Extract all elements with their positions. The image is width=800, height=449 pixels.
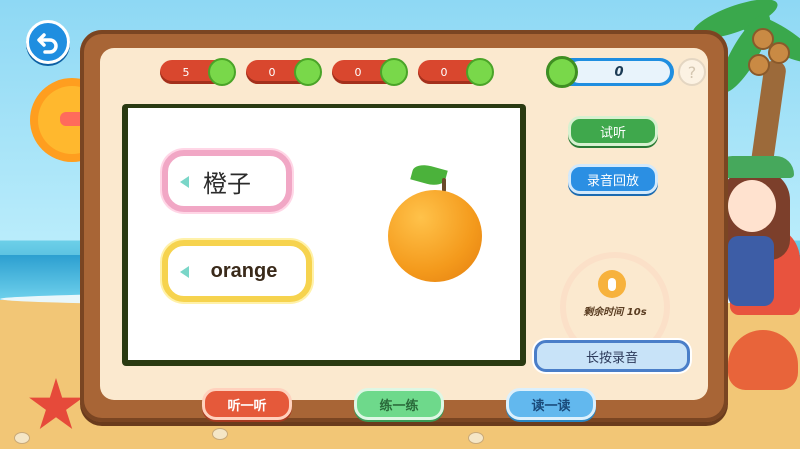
back-arrow-icon xyxy=(37,33,58,54)
chinese-word-text: 橙子 xyxy=(203,169,251,198)
progress-display: 0 xyxy=(568,61,670,83)
read-tab-button[interactable]: 读一读 xyxy=(506,388,596,420)
score-counter: 5 xyxy=(160,58,236,86)
girl-face xyxy=(728,180,776,232)
help-button[interactable]: ? xyxy=(678,58,706,86)
score-value: 0 xyxy=(440,65,448,79)
try-listen-button[interactable]: 试听 xyxy=(568,116,658,146)
coconut xyxy=(748,54,770,76)
shell-decoration xyxy=(212,428,228,440)
english-word-button[interactable]: orange xyxy=(162,240,312,302)
back-button[interactable] xyxy=(26,20,70,64)
speaker-icon xyxy=(180,266,189,278)
progress-knob-icon xyxy=(546,56,578,88)
girl-character xyxy=(714,150,800,330)
score-counter: 0 xyxy=(332,58,408,86)
help-icon: ? xyxy=(687,62,697,82)
score-counter: 0 xyxy=(418,58,494,86)
score-knob-icon xyxy=(466,58,494,86)
progress-value: 0 xyxy=(614,64,624,80)
practice-tab-button[interactable]: 练一练 xyxy=(354,388,444,420)
score-value: 0 xyxy=(268,65,276,79)
recording-playback-button[interactable]: 录音回放 xyxy=(568,164,658,194)
score-value: 5 xyxy=(182,65,190,79)
score-value: 0 xyxy=(354,65,362,79)
shell-decoration xyxy=(14,432,30,444)
remaining-time-label: 剩余时间 10s xyxy=(583,307,647,318)
score-knob-icon xyxy=(208,58,236,86)
orange-fruit-image xyxy=(388,190,482,282)
chinese-word-button[interactable]: 橙子 xyxy=(162,150,292,212)
microphone-body xyxy=(608,277,616,291)
score-knob-icon xyxy=(380,58,408,86)
shell-decoration xyxy=(468,432,484,444)
score-knob-icon xyxy=(294,58,322,86)
english-word-text: orange xyxy=(210,259,278,282)
listen-tab-button[interactable]: 听一听 xyxy=(202,388,292,420)
hold-to-record-button[interactable]: 长按录音 xyxy=(534,340,690,372)
score-counter: 0 xyxy=(246,58,322,86)
microphone-icon xyxy=(598,270,626,298)
speaker-icon xyxy=(180,176,189,188)
girl-body xyxy=(728,236,774,306)
coconut xyxy=(768,42,790,64)
